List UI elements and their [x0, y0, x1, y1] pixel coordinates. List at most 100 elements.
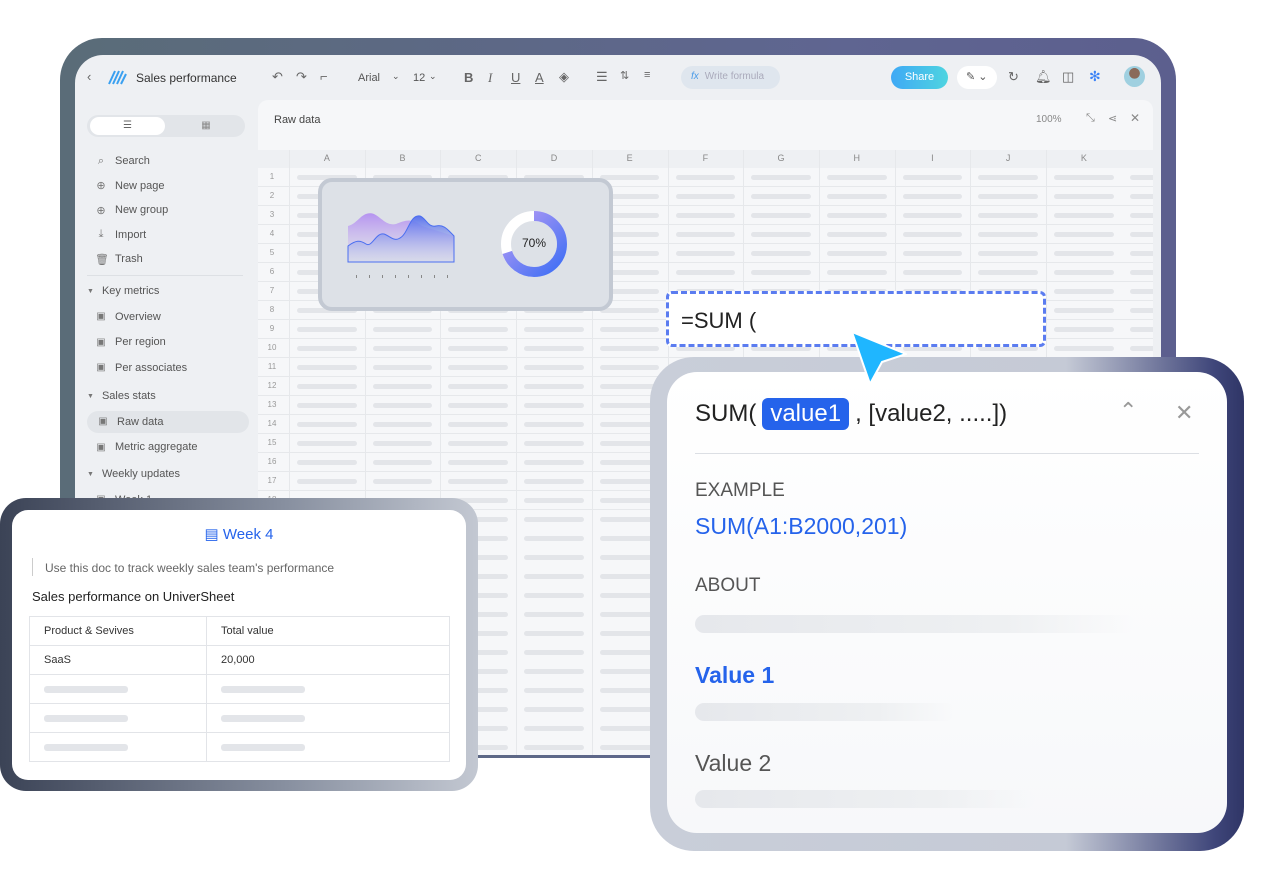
cell-placeholder — [524, 612, 584, 617]
table-cell[interactable] — [29, 674, 207, 704]
column-header[interactable]: A — [289, 153, 365, 163]
row-header[interactable]: 6 — [258, 267, 286, 276]
cell-placeholder — [751, 213, 811, 218]
format-painter-icon[interactable]: ⌐ — [320, 69, 328, 84]
cell-placeholder — [675, 194, 736, 199]
summary-table: Product & Sevives Total value SaaS 20,000 — [29, 616, 450, 762]
list-view-tab[interactable]: ☰ — [90, 117, 165, 135]
grid-view-tab[interactable]: ▦ — [171, 117, 241, 135]
back-icon[interactable]: ‹ — [87, 69, 91, 84]
sidebar-item-new-page[interactable]: ⊕ New page — [95, 177, 164, 195]
row-header[interactable]: 12 — [258, 381, 286, 390]
row-header[interactable]: 10 — [258, 343, 286, 352]
share-icon[interactable]: ⋖ — [1108, 112, 1117, 125]
row-header[interactable]: 1 — [258, 172, 286, 181]
chevron-down-icon[interactable]: ⌄ — [429, 71, 437, 82]
caret-down-icon: ▼ — [87, 392, 94, 400]
row-header[interactable]: 7 — [258, 286, 286, 295]
sidebar-group-toggle[interactable]: ▼ Weekly updates — [87, 465, 180, 483]
column-header[interactable]: F — [668, 153, 744, 163]
table-cell[interactable] — [29, 703, 207, 733]
cell-placeholder — [675, 270, 736, 275]
row-header[interactable]: 16 — [258, 457, 286, 466]
table-cell[interactable]: 20,000 — [206, 645, 450, 675]
download-icon: ⤓ — [98, 228, 104, 241]
column-header[interactable]: I — [895, 153, 971, 163]
collapse-icon[interactable]: ⌃ — [1119, 398, 1137, 424]
table-cell[interactable] — [206, 703, 450, 733]
expand-icon[interactable]: ⤡ — [1086, 112, 1095, 125]
table-cell[interactable] — [206, 732, 450, 762]
cell-placeholder — [978, 232, 1038, 237]
row-header[interactable]: 11 — [258, 362, 286, 371]
table-row — [29, 674, 450, 704]
settings-icon[interactable]: ✻ — [1089, 68, 1101, 85]
sidebar-item-search[interactable]: ⌕ Search — [95, 152, 150, 170]
list-icon[interactable]: ☰ — [596, 69, 608, 85]
sidebar-item-trash[interactable]: 🗑︎ Trash — [95, 250, 143, 268]
sidebar-group-toggle[interactable]: ▼ Sales stats — [87, 387, 156, 405]
column-header[interactable]: J — [970, 153, 1046, 163]
underline-icon[interactable]: U — [511, 70, 520, 85]
close-icon[interactable]: ✕ — [1175, 400, 1193, 426]
chevron-down-icon[interactable]: ⌄ — [392, 71, 400, 82]
sort-icon[interactable]: ⇅ — [620, 69, 629, 82]
column-header[interactable]: B — [365, 153, 441, 163]
value2-placeholder — [695, 790, 1035, 808]
bell-icon[interactable]: 🔔︎ — [1035, 69, 1052, 85]
chart-card: 70% — [318, 178, 613, 311]
row-header[interactable]: 8 — [258, 305, 286, 314]
font-select[interactable]: Arial — [358, 72, 380, 84]
row-header[interactable]: 9 — [258, 324, 286, 333]
sidebar-item-overview[interactable]: ▣ Overview — [95, 308, 161, 326]
cell-placeholder — [978, 175, 1038, 180]
share-button[interactable]: Share — [891, 66, 948, 89]
cell-placeholder — [297, 422, 357, 427]
sidebar-item-metric-aggregate[interactable]: ▣ Metric aggregate — [95, 438, 197, 456]
row-header[interactable]: 3 — [258, 210, 286, 219]
row-header[interactable]: 5 — [258, 248, 286, 257]
filter-icon[interactable]: ≡ — [644, 69, 650, 81]
cell-placeholder — [372, 460, 433, 465]
redo-icon[interactable]: ↷ — [296, 69, 307, 85]
text-color-icon[interactable]: A — [535, 70, 544, 85]
fill-color-icon[interactable]: ◈ — [559, 69, 569, 85]
column-header[interactable]: K — [1046, 153, 1122, 163]
edit-mode-button[interactable]: ✎ ⌄ — [957, 66, 997, 89]
undo-icon[interactable]: ↶ — [272, 69, 283, 85]
sidebar-item-per-region[interactable]: ▣ Per region — [95, 333, 166, 351]
font-size-select[interactable]: 12 — [413, 72, 425, 84]
sidebar-item-raw-data[interactable]: ▣ Raw data — [87, 410, 249, 433]
column-header[interactable]: C — [440, 153, 516, 163]
cell-placeholder — [1054, 213, 1114, 218]
column-header[interactable]: G — [743, 153, 819, 163]
row-header[interactable]: 2 — [258, 191, 286, 200]
formula-input[interactable]: fx Write formula — [681, 66, 780, 89]
sidebar-group-toggle[interactable]: ▼ Key metrics — [87, 282, 159, 300]
italic-icon[interactable]: I — [488, 70, 492, 86]
avatar[interactable] — [1124, 66, 1145, 87]
column-header[interactable]: H — [819, 153, 895, 163]
refresh-icon[interactable]: ↻ — [1008, 69, 1019, 85]
table-cell[interactable] — [206, 674, 450, 704]
row-header[interactable]: 14 — [258, 419, 286, 428]
row-header[interactable]: 15 — [258, 438, 286, 447]
cell-placeholder — [524, 688, 584, 693]
table-cell[interactable] — [29, 732, 207, 762]
sidebar-item-per-associates[interactable]: ▣ Per associates — [95, 359, 187, 377]
row-header[interactable]: 13 — [258, 400, 286, 409]
close-icon[interactable]: ✕ — [1130, 111, 1140, 125]
column-header[interactable]: E — [592, 153, 668, 163]
zoom-select[interactable]: 100% — [1036, 114, 1062, 125]
cell-placeholder — [297, 384, 357, 389]
donut-label: 70% — [521, 236, 547, 250]
split-view-icon[interactable]: ◫ — [1062, 69, 1074, 85]
row-header[interactable]: 4 — [258, 229, 286, 238]
cell-placeholder — [297, 479, 357, 484]
column-header[interactable]: D — [516, 153, 592, 163]
table-cell[interactable]: SaaS — [29, 645, 207, 675]
row-header[interactable]: 17 — [258, 476, 286, 485]
bold-icon[interactable]: B — [464, 70, 473, 85]
sidebar-item-new-group[interactable]: ⊕ New group — [95, 201, 168, 219]
sidebar-item-import[interactable]: ⤓ Import — [95, 226, 147, 244]
